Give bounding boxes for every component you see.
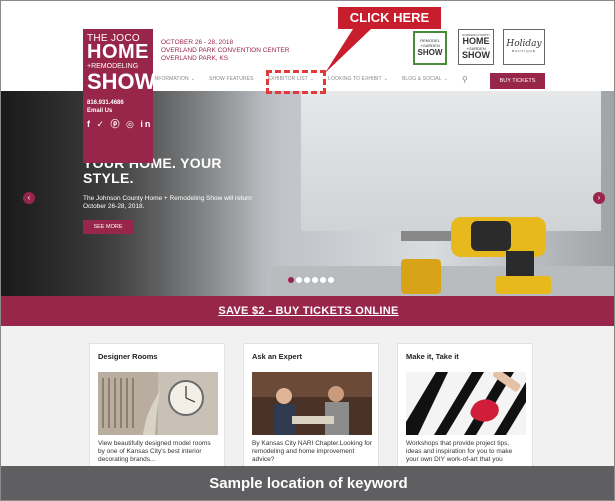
callout-pointer-shape [325,29,371,73]
slide-dots [288,277,336,283]
callout-pointer [325,29,371,73]
tape-measure [401,259,441,294]
card-designer-rooms[interactable]: Designer Rooms View beautifully designed… [89,343,225,468]
card-image [406,372,526,435]
designer-rooms-image [98,372,218,435]
slide-dot[interactable] [296,277,302,283]
slide-dot[interactable] [312,277,318,283]
caption-bar: Sample location of keyword [1,466,614,500]
promo-bar: SAVE $2 - BUY TICKETS ONLINE [1,296,614,326]
slide-dot[interactable] [328,277,334,283]
slide-dot[interactable] [288,277,294,283]
card-title: Make it, Take it [406,352,459,361]
card-image [252,372,372,435]
slide-dot[interactable] [320,277,326,283]
ask-expert-image [252,372,372,435]
slide-dot[interactable] [304,277,310,283]
buy-tickets-online-link[interactable]: SAVE $2 - BUY TICKETS ONLINE [1,296,614,326]
drill-image [401,217,551,294]
exhibitor-list-highlight-box [266,70,326,94]
card-title: Designer Rooms [98,352,158,361]
card-text: By Kansas City NARI Chapter.Looking for … [252,440,372,463]
hero-subtitle: The Johnson County Home + Remodeling Sho… [83,195,252,210]
click-here-callout: CLICK HERE [338,7,441,29]
left-arrow-button[interactable]: ‹ [23,192,35,204]
see-more-button[interactable]: SEE MORE [83,220,133,234]
card-text: Workshops that provide project tips, ide… [406,440,513,463]
card-title: Ask an Expert [252,352,303,361]
drill-battery [496,276,551,294]
card-text: View beautifully designed model rooms by… [98,440,211,463]
drill-accent [471,221,511,251]
card-make-it-take-it[interactable]: Make it, Take it Workshops that provide … [397,343,533,468]
page-frame: OCTOBER 26 - 28, 2018 OVERLAND PARK CONV… [0,0,615,501]
card-ask-an-expert[interactable]: Ask an Expert By Kansas City NARI Chapte… [243,343,379,468]
card-image [98,372,218,435]
make-it-take-it-image [406,372,526,435]
